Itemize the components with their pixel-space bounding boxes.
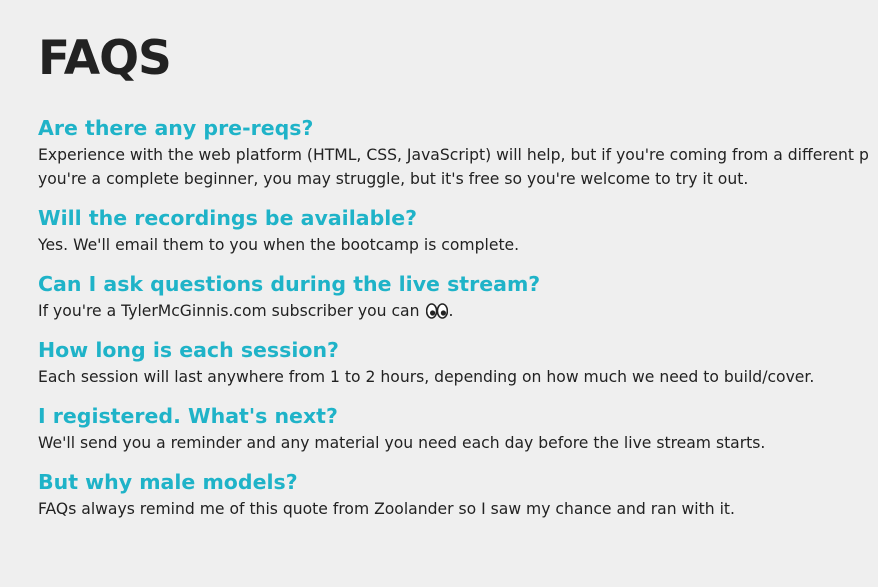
faq-answer: We'll send you a reminder and any materi…: [38, 431, 878, 455]
faq-list: Are there any pre-reqs? Experience with …: [38, 114, 878, 534]
faq-answer-line: Yes. We'll email them to you when the bo…: [38, 236, 520, 254]
faq-question: Are there any pre-reqs?: [38, 116, 314, 140]
faq-answer: FAQs always remind me of this quote from…: [38, 497, 878, 521]
faq-question: How long is each session?: [38, 338, 339, 362]
faq-answer: Yes. We'll email them to you when the bo…: [38, 233, 878, 257]
faq-item: Can I ask questions during the live stre…: [38, 270, 878, 323]
faq-item: I registered. What's next? We'll send yo…: [38, 402, 878, 455]
faq-answer-line: We'll send you a reminder and any materi…: [38, 434, 766, 452]
faq-item: Are there any pre-reqs? Experience with …: [38, 114, 878, 191]
faq-answer-line: Each session will last anywhere from 1 t…: [38, 368, 815, 386]
faq-answer-line: Experience with the web platform (HTML, …: [38, 146, 869, 164]
faq-item: How long is each session? Each session w…: [38, 336, 878, 389]
faq-question: But why male models?: [38, 470, 298, 494]
faq-question: Can I ask questions during the live stre…: [38, 272, 541, 296]
faq-answer: Each session will last anywhere from 1 t…: [38, 365, 878, 389]
faq-answer: If you're a TylerMcGinnis.com subscriber…: [38, 299, 878, 323]
faq-answer-line: FAQs always remind me of this quote from…: [38, 500, 735, 518]
faq-answer-line: you're a complete beginner, you may stru…: [38, 170, 749, 188]
faq-item: But why male models? FAQs always remind …: [38, 468, 878, 521]
faq-item: Will the recordings be available? Yes. W…: [38, 204, 878, 257]
faq-question: Will the recordings be available?: [38, 206, 418, 230]
faq-answer-text: If you're a TylerMcGinnis.com subscriber…: [38, 302, 425, 320]
faq-answer-text: .: [448, 302, 454, 320]
page-title: FAQS: [38, 31, 172, 86]
faq-question: I registered. What's next?: [38, 404, 338, 428]
faq-answer: Experience with the web platform (HTML, …: [38, 143, 878, 191]
eyes-icon: [426, 302, 449, 319]
